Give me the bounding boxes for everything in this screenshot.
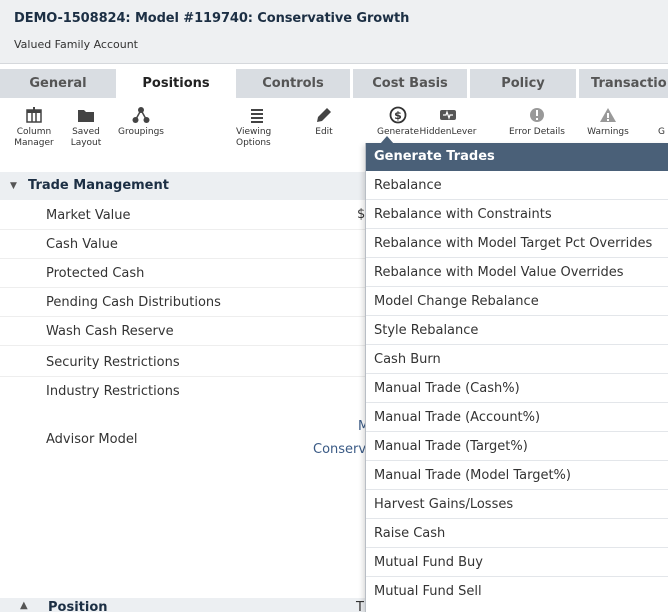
menu-item-manual-trade-cash[interactable]: Manual Trade (Cash%) bbox=[366, 374, 668, 403]
menu-item-model-change-rebalance[interactable]: Model Change Rebalance bbox=[366, 287, 668, 316]
edit-button[interactable]: Edit bbox=[294, 106, 354, 138]
menu-item-manual-trade-target[interactable]: Manual Trade (Target%) bbox=[366, 432, 668, 461]
menu-item-label: Rebalance with Constraints bbox=[374, 207, 552, 222]
tab-positions[interactable]: Positions bbox=[119, 69, 233, 98]
menu-item-rebalance-value-overrides[interactable]: Rebalance with Model Value Overrides bbox=[366, 258, 668, 287]
menu-item-cash-burn[interactable]: Cash Burn bbox=[366, 345, 668, 374]
menu-item-label: Harvest Gains/Losses bbox=[374, 497, 514, 512]
column-manager-label: Column Manager bbox=[14, 127, 54, 148]
account-header: DEMO-1508824: Model #119740: Conservativ… bbox=[0, 0, 668, 64]
saved-layout-button[interactable]: Saved Layout bbox=[56, 106, 116, 149]
menu-item-mutual-fund-buy[interactable]: Mutual Fund Buy bbox=[366, 548, 668, 577]
expand-caret-icon: ▲ bbox=[20, 600, 28, 611]
row-label: Advisor Model bbox=[46, 432, 138, 447]
collapse-caret-icon: ▼ bbox=[10, 181, 17, 191]
row-label: Wash Cash Reserve bbox=[46, 324, 174, 339]
tab-controls[interactable]: Controls bbox=[236, 69, 350, 98]
menu-item-label: Raise Cash bbox=[374, 526, 446, 541]
row-label: Industry Restrictions bbox=[46, 384, 180, 399]
menu-pointer-icon bbox=[380, 136, 394, 144]
page-title: DEMO-1508824: Model #119740: Conservativ… bbox=[14, 11, 410, 26]
position-section-title: Position bbox=[48, 600, 108, 612]
menu-item-label: Manual Trade (Account%) bbox=[374, 410, 541, 425]
toolbar-overflow-button[interactable]: G bbox=[638, 106, 668, 138]
menu-item-rebalance[interactable]: Rebalance bbox=[366, 171, 668, 200]
row-label: Cash Value bbox=[46, 237, 118, 252]
column-manager-button[interactable]: Column Manager bbox=[4, 106, 64, 149]
edit-label: Edit bbox=[315, 127, 333, 137]
generate-trades-menu-title: Generate Trades bbox=[374, 149, 495, 164]
menu-item-rebalance-constraints[interactable]: Rebalance with Constraints bbox=[366, 200, 668, 229]
warning-icon bbox=[600, 108, 616, 122]
viewing-options-button[interactable]: Viewing Options bbox=[236, 106, 276, 149]
tab-transactions[interactable]: Transactio bbox=[579, 69, 668, 98]
menu-item-label: Style Rebalance bbox=[374, 323, 479, 338]
menu-item-label: Mutual Fund Buy bbox=[374, 555, 483, 570]
row-label: Pending Cash Distributions bbox=[46, 295, 221, 310]
menu-item-manual-trade-account[interactable]: Manual Trade (Account%) bbox=[366, 403, 668, 432]
viewing-options-label: Viewing Options bbox=[236, 127, 272, 148]
generate-dollar-icon: $ bbox=[389, 106, 407, 124]
generate-trades-menu: Generate Trades Rebalance Rebalance with… bbox=[365, 143, 668, 612]
hidden-lever-label: HiddenLever bbox=[419, 127, 477, 137]
groupings-icon bbox=[132, 107, 150, 123]
menu-item-label: Cash Burn bbox=[374, 352, 441, 367]
tab-cost-basis[interactable]: Cost Basis bbox=[353, 69, 467, 98]
tab-policy[interactable]: Policy bbox=[470, 69, 576, 98]
account-subtitle: Valued Family Account bbox=[14, 38, 138, 51]
tab-general[interactable]: General bbox=[0, 69, 116, 98]
menu-item-label: Model Change Rebalance bbox=[374, 294, 539, 309]
error-details-label: Error Details bbox=[509, 127, 565, 137]
menu-item-label: Manual Trade (Target%) bbox=[374, 439, 528, 454]
error-details-button[interactable]: Error Details bbox=[507, 106, 567, 138]
groupings-label: Groupings bbox=[117, 127, 164, 137]
menu-item-manual-trade-model-target[interactable]: Manual Trade (Model Target%) bbox=[366, 461, 668, 490]
menu-item-style-rebalance[interactable]: Style Rebalance bbox=[366, 316, 668, 345]
trade-management-title: Trade Management bbox=[28, 178, 169, 193]
tab-bar: General Positions Controls Cost Basis Po… bbox=[0, 64, 668, 98]
toolbar-overflow-label: G bbox=[658, 127, 665, 137]
menu-item-label: Rebalance with Model Target Pct Override… bbox=[374, 236, 653, 251]
hidden-lever-button[interactable]: HiddenLever bbox=[418, 106, 478, 138]
warnings-button[interactable]: Warnings bbox=[578, 106, 638, 138]
menu-item-label: Rebalance with Model Value Overrides bbox=[374, 265, 624, 280]
column-manager-icon bbox=[26, 107, 42, 123]
folder-icon bbox=[78, 110, 94, 122]
hidden-lever-icon bbox=[440, 110, 456, 120]
menu-item-raise-cash[interactable]: Raise Cash bbox=[366, 519, 668, 548]
menu-item-label: Manual Trade (Cash%) bbox=[374, 381, 520, 396]
list-icon bbox=[251, 109, 263, 123]
pencil-icon bbox=[317, 108, 331, 122]
row-label: Market Value bbox=[46, 208, 131, 223]
position-fragment: T bbox=[356, 600, 364, 612]
menu-item-label: Manual Trade (Model Target%) bbox=[374, 468, 571, 483]
generate-trades-menu-header: Generate Trades bbox=[366, 143, 668, 171]
menu-item-label: Rebalance bbox=[374, 178, 442, 193]
groupings-button[interactable]: Groupings bbox=[111, 106, 171, 138]
menu-item-mutual-fund-sell[interactable]: Mutual Fund Sell bbox=[366, 577, 668, 606]
row-label: Protected Cash bbox=[46, 266, 145, 281]
error-icon bbox=[530, 108, 544, 122]
menu-item-harvest-gains-losses[interactable]: Harvest Gains/Losses bbox=[366, 490, 668, 519]
menu-item-rebalance-target-pct[interactable]: Rebalance with Model Target Pct Override… bbox=[366, 229, 668, 258]
saved-layout-label: Saved Layout bbox=[70, 127, 102, 148]
warnings-label: Warnings bbox=[587, 127, 629, 137]
svg-text:$: $ bbox=[394, 109, 402, 122]
row-label: Security Restrictions bbox=[46, 355, 180, 370]
menu-item-label: Mutual Fund Sell bbox=[374, 584, 482, 599]
